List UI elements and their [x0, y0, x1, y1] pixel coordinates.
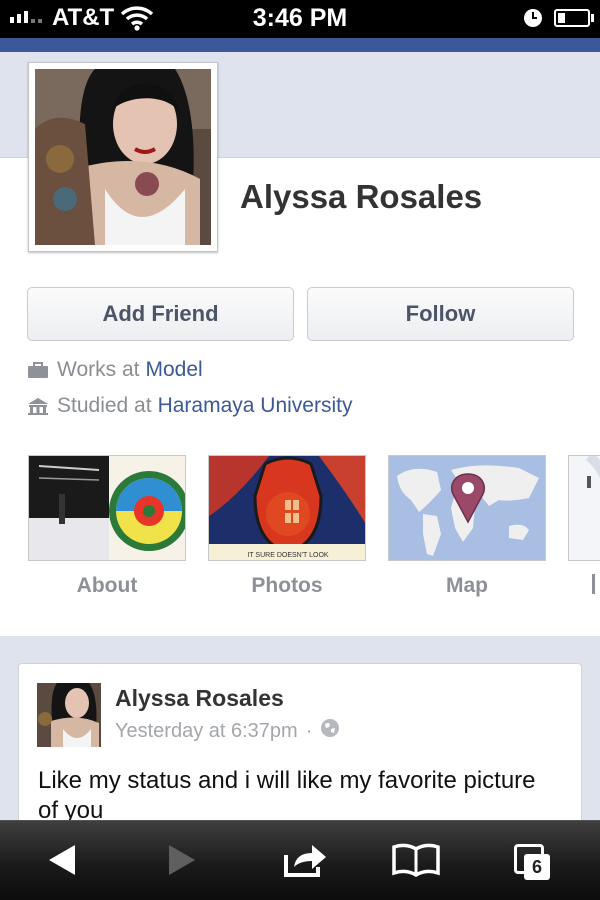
- photo-caption: IT SURE DOESN'T LOOK: [247, 552, 329, 559]
- post-author-avatar[interactable]: [37, 683, 101, 747]
- post-meta: Yesterday at 6:37pm ·: [115, 718, 340, 744]
- photos-label[interactable]: Photos: [208, 574, 366, 598]
- about-tile[interactable]: [28, 455, 186, 561]
- profile-picture[interactable]: [28, 62, 218, 252]
- post-text: Like my status and i will like my favori…: [38, 767, 536, 824]
- forward-arrow-icon: [169, 845, 195, 875]
- work-info: Works at Model: [27, 358, 203, 382]
- globe-icon[interactable]: [320, 718, 340, 744]
- photos-tile[interactable]: IT SURE DOESN'T LOOK: [208, 455, 366, 561]
- back-arrow-icon: [49, 845, 75, 875]
- school-link[interactable]: Haramaya University: [158, 394, 353, 418]
- battery-icon: [554, 9, 590, 27]
- follow-button[interactable]: Follow: [307, 287, 574, 341]
- more-tile[interactable]: [568, 455, 600, 561]
- forward-button[interactable]: [160, 838, 204, 882]
- education-prefix: Studied at: [57, 394, 152, 417]
- battery-tip: [591, 14, 594, 22]
- tabs-count-badge: 6: [524, 854, 550, 880]
- share-icon: [284, 845, 326, 877]
- status-bar: AT&T 3:46 PM: [0, 0, 600, 38]
- alarm-clock-icon: [524, 9, 542, 27]
- map-tile[interactable]: [388, 455, 546, 561]
- tabs-icon: 6: [510, 840, 556, 884]
- tabs-button[interactable]: 6: [510, 840, 556, 884]
- school-icon: [27, 397, 49, 415]
- status-time: 3:46 PM: [252, 4, 348, 32]
- map-label[interactable]: Map: [388, 574, 546, 598]
- about-label[interactable]: About: [28, 574, 186, 598]
- more-label-fragment[interactable]: [592, 574, 600, 598]
- profile-name: Alyssa Rosales: [240, 178, 483, 215]
- post-avatar-image: [37, 683, 101, 747]
- about-tile-image: [29, 456, 185, 560]
- work-place-link[interactable]: Model: [145, 358, 202, 382]
- back-button[interactable]: [40, 838, 84, 882]
- share-button[interactable]: [280, 838, 330, 882]
- photos-tile-image: IT SURE DOESN'T LOOK: [209, 456, 365, 560]
- add-friend-button[interactable]: Add Friend: [27, 287, 294, 341]
- briefcase-icon: [27, 361, 49, 379]
- profile-photo-image: [35, 69, 211, 245]
- education-info: Studied at Haramaya University: [27, 394, 352, 418]
- bookmarks-button[interactable]: [390, 838, 442, 882]
- post-timestamp[interactable]: Yesterday at 6:37pm: [115, 720, 298, 743]
- battery-level: [558, 13, 565, 23]
- bookmarks-book-icon: [392, 843, 440, 877]
- post-author-name[interactable]: Alyssa Rosales: [115, 685, 284, 712]
- map-tile-image: [389, 456, 545, 560]
- facebook-top-bar: [0, 38, 600, 52]
- meta-separator: ·: [305, 719, 313, 742]
- more-tile-image: [569, 456, 600, 560]
- work-prefix: Works at: [57, 358, 140, 381]
